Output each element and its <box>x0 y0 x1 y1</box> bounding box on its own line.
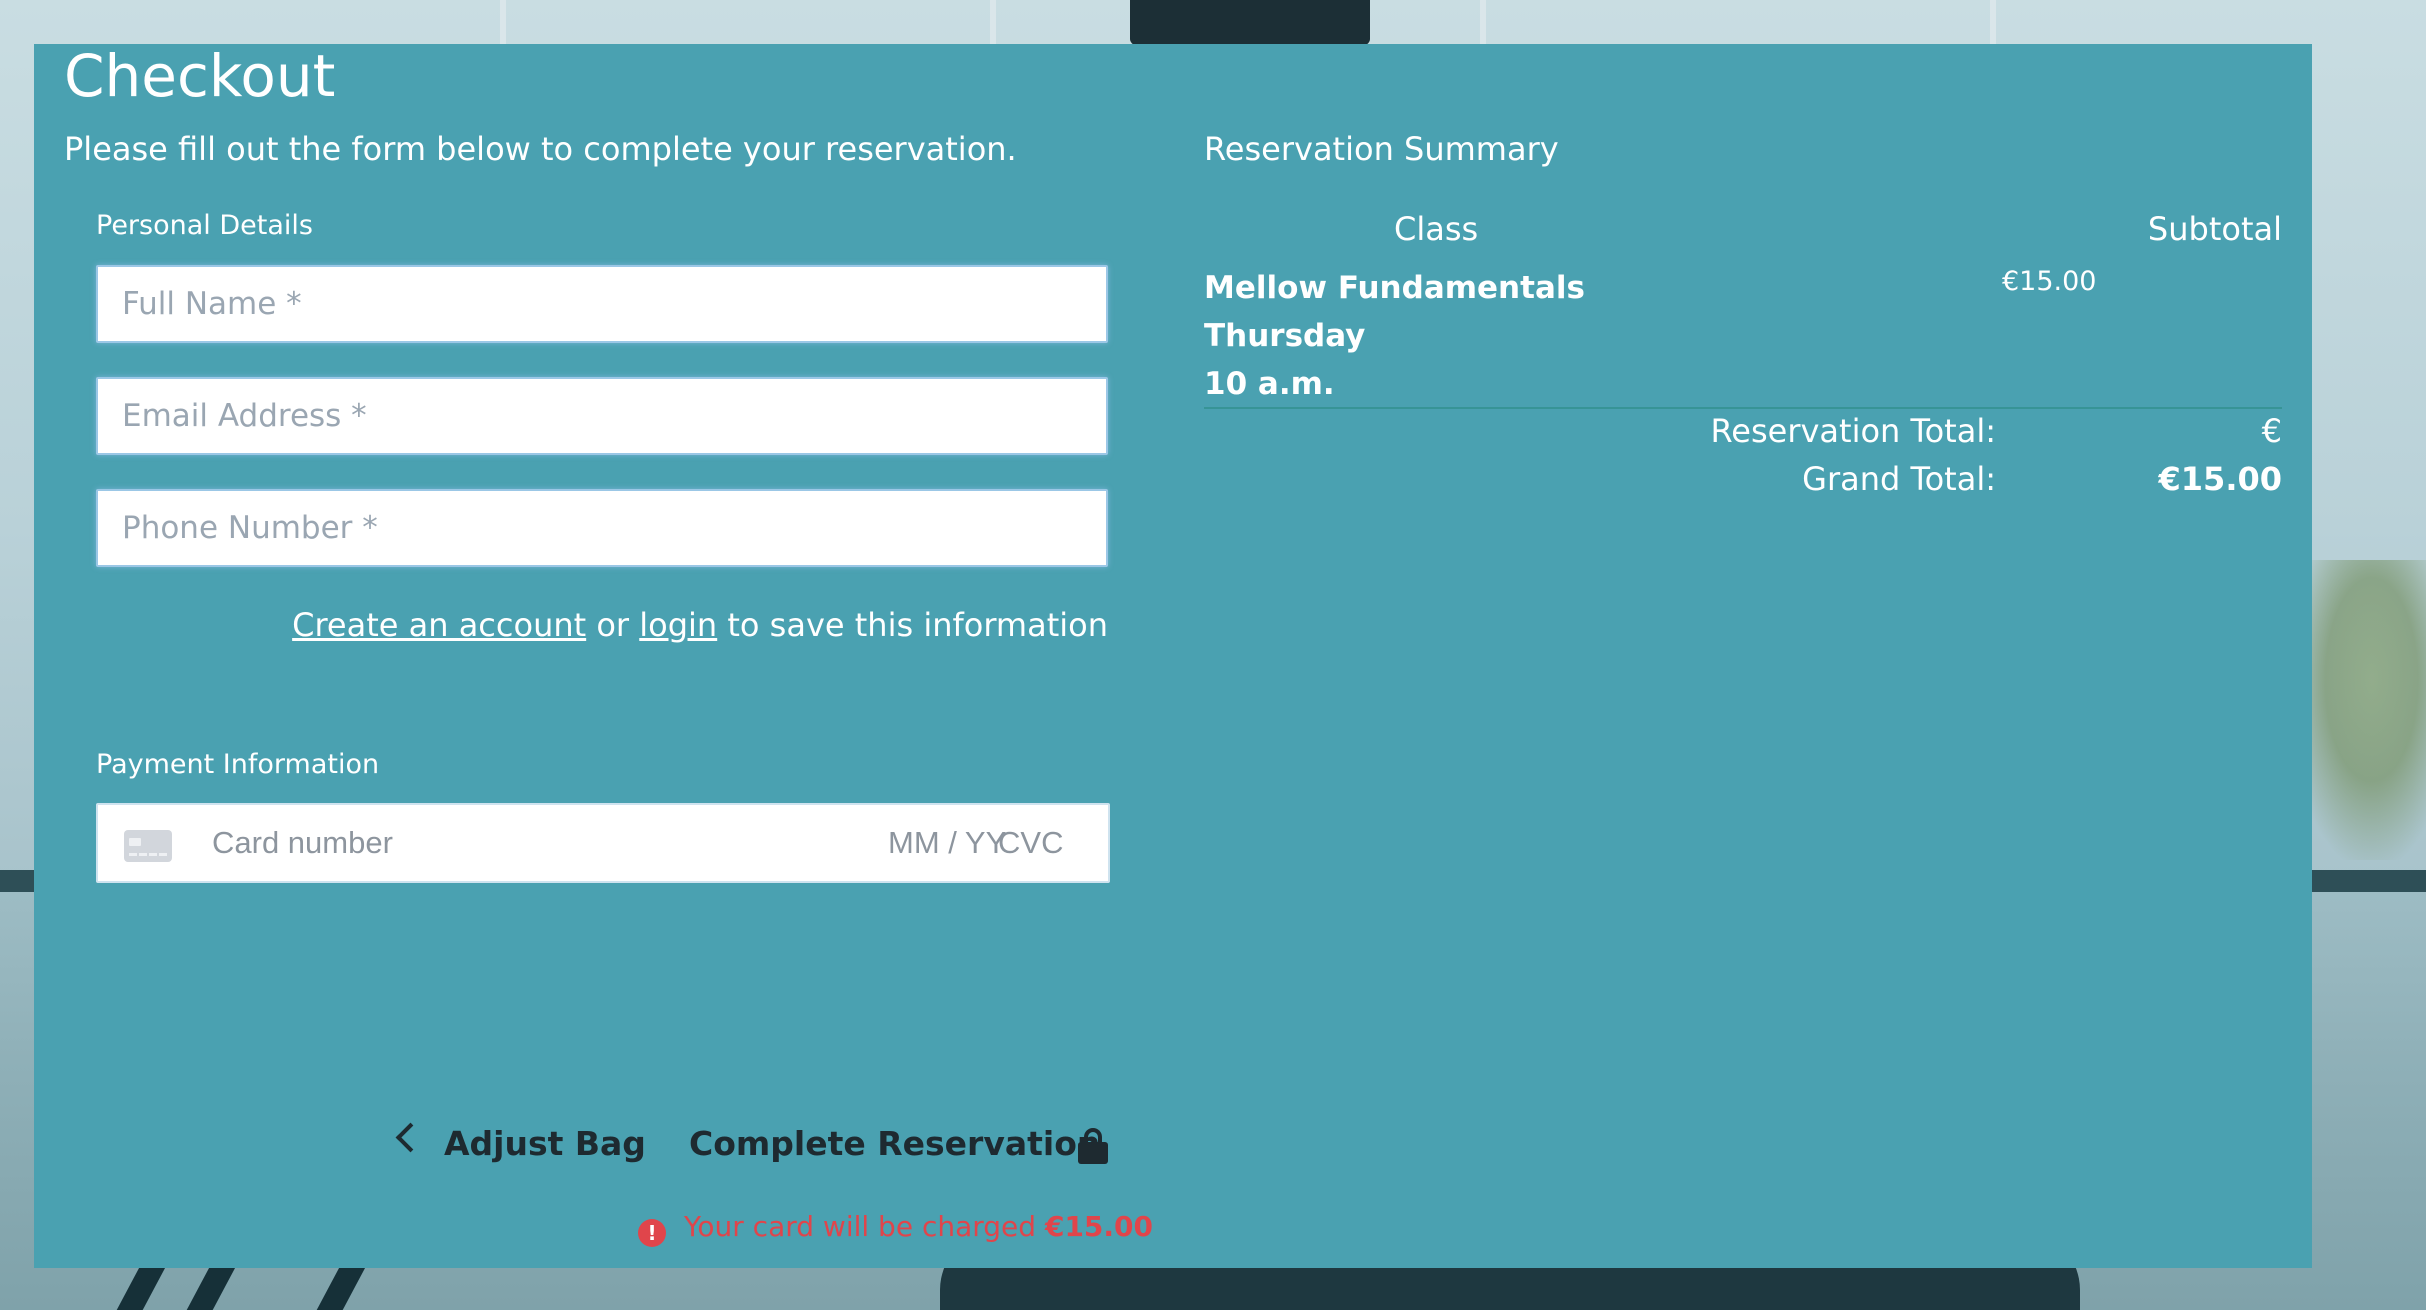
alert-icon: ! <box>638 1219 666 1247</box>
or-text: or <box>596 606 630 644</box>
reservation-total-label: Reservation Total: <box>1710 412 1996 450</box>
complete-reservation-button[interactable]: Complete Reservation <box>689 1124 1100 1163</box>
item-time: 10 a.m. <box>1204 366 1335 402</box>
credit-card-icon <box>124 830 172 862</box>
charge-amount: €15.00 <box>1044 1210 1154 1243</box>
card-input[interactable]: Card number MM / YY CVC <box>96 803 1110 883</box>
page-title: Checkout <box>64 42 336 110</box>
summary-item: Mellow Fundamentals Thursday 10 a.m. <box>1204 264 1585 408</box>
payment-info-label: Payment Information <box>96 749 380 780</box>
intro-text: Please fill out the form below to comple… <box>64 130 1017 168</box>
chevron-left-icon <box>395 1122 426 1153</box>
card-expiry-placeholder: MM / YY <box>888 825 1007 860</box>
summary-title: Reservation Summary <box>1204 130 1559 168</box>
item-day: Thursday <box>1204 318 1366 354</box>
save-info-text: to save this information <box>727 606 1108 644</box>
column-header-subtotal: Subtotal <box>2147 210 2282 248</box>
account-prompt: Create an account or login to save this … <box>292 606 1108 644</box>
card-number-placeholder: Card number <box>212 825 393 860</box>
grand-total-value: €15.00 <box>2158 460 2282 498</box>
charge-notice-text: Your card will be charged <box>684 1210 1037 1243</box>
card-cvc-placeholder: CVC <box>998 825 1064 860</box>
email-input[interactable] <box>96 377 1108 455</box>
personal-details-label: Personal Details <box>96 210 313 241</box>
adjust-bag-button[interactable]: Adjust Bag <box>444 1124 646 1163</box>
checkout-panel: Checkout Please fill out the form below … <box>34 44 2312 1268</box>
item-subtotal: €15.00 <box>2002 266 2097 297</box>
reservation-total-value: € <box>2261 412 2282 450</box>
full-name-input[interactable] <box>96 265 1108 343</box>
lock-icon <box>1078 1128 1108 1164</box>
item-name: Mellow Fundamentals <box>1204 270 1585 306</box>
grand-total-label: Grand Total: <box>1802 460 1996 498</box>
summary-divider <box>1204 407 2282 409</box>
column-header-class: Class <box>1394 210 1479 248</box>
phone-input[interactable] <box>96 489 1108 567</box>
create-account-link[interactable]: Create an account <box>292 606 586 644</box>
charge-notice: ! Your card will be charged €15.00 <box>638 1210 1153 1247</box>
login-link[interactable]: login <box>639 606 717 644</box>
